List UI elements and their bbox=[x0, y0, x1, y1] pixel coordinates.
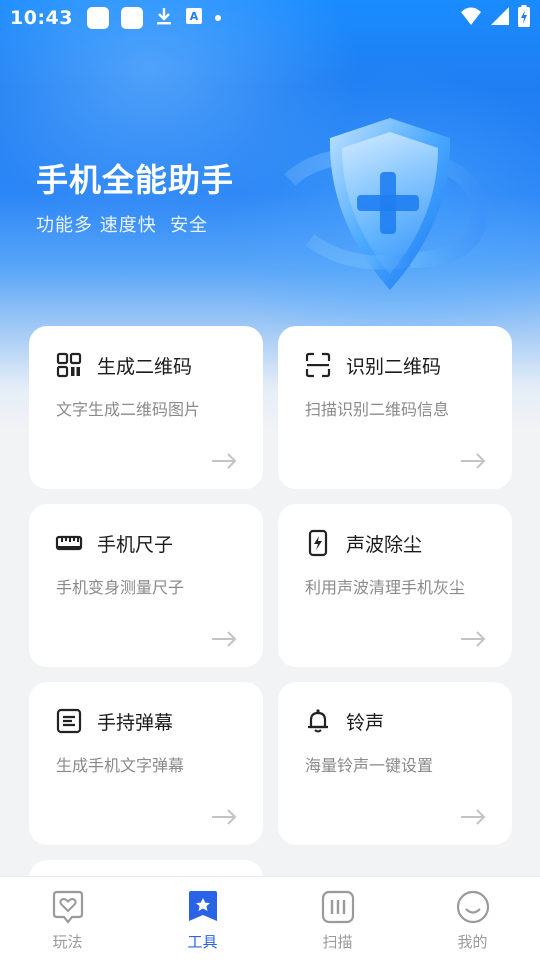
wifi-icon bbox=[460, 6, 482, 30]
tool-desc: 海量铃声一键设置 bbox=[305, 756, 434, 775]
star-bookmark-icon bbox=[188, 891, 217, 921]
bottom-tab-bar: 玩法 工具 扫描 我的 bbox=[0, 876, 540, 960]
tool-card-generate-qr[interactable]: 生成二维码 文字生成二维码图片 bbox=[29, 326, 263, 489]
tab-label: 扫描 bbox=[322, 933, 353, 951]
tab-label: 我的 bbox=[457, 933, 488, 951]
tab-tools[interactable]: 工具 bbox=[135, 877, 270, 960]
tool-title: 声波除尘 bbox=[346, 534, 423, 556]
dot-icon bbox=[214, 15, 221, 21]
arrow-right-icon bbox=[212, 809, 237, 825]
tool-desc: 文字生成二维码图片 bbox=[56, 400, 201, 419]
status-time: 10:43 bbox=[10, 7, 73, 29]
status-right-icons bbox=[460, 5, 530, 31]
arrow-right-icon bbox=[461, 631, 486, 647]
app-square-icon bbox=[86, 7, 109, 29]
tool-desc: 扫描识别二维码信息 bbox=[305, 400, 450, 419]
tab-mine[interactable]: 我的 bbox=[405, 877, 540, 960]
signal-icon bbox=[490, 6, 510, 30]
smile-face-icon bbox=[456, 890, 489, 924]
arrow-right-icon bbox=[461, 453, 486, 469]
qr-code-icon bbox=[56, 352, 82, 378]
tool-desc: 手机变身测量尺子 bbox=[56, 578, 185, 597]
scan-qr-icon bbox=[305, 352, 331, 378]
tool-title: 手持弹幕 bbox=[97, 712, 174, 734]
tab-label: 玩法 bbox=[52, 933, 83, 951]
status-bar: 10:43 A bbox=[0, 0, 540, 36]
arrow-right-icon bbox=[461, 809, 486, 825]
phone-lightning-icon bbox=[308, 529, 328, 557]
tab-label: 工具 bbox=[187, 933, 218, 951]
tool-title: 铃声 bbox=[346, 712, 385, 734]
tool-desc: 生成手机文字弹幕 bbox=[56, 756, 185, 775]
tool-card-ringtone[interactable]: 铃声 海量铃声一键设置 bbox=[278, 682, 512, 845]
arrow-right-icon bbox=[212, 453, 237, 469]
tool-title: 手机尺子 bbox=[97, 534, 174, 556]
page-subtitle: 功能多 速度快 安全 bbox=[36, 215, 209, 236]
barrage-icon bbox=[56, 708, 82, 734]
svg-text:A: A bbox=[190, 10, 199, 23]
tool-desc: 利用声波清理手机灰尘 bbox=[305, 578, 466, 597]
tab-scan[interactable]: 扫描 bbox=[270, 877, 405, 960]
tool-title: 生成二维码 bbox=[97, 356, 193, 378]
shield-plus-icon bbox=[284, 118, 489, 290]
page-title: 手机全能助手 bbox=[36, 161, 235, 199]
tool-card-ruler[interactable]: 手机尺子 手机变身测量尺子 bbox=[29, 504, 263, 667]
tab-play[interactable]: 玩法 bbox=[0, 877, 135, 960]
bell-icon bbox=[308, 709, 328, 733]
scan-bars-icon bbox=[321, 890, 354, 924]
a-text-icon: A bbox=[185, 6, 203, 30]
app-square-icon bbox=[120, 7, 143, 29]
tool-card-barrage[interactable]: 手持弹幕 生成手机文字弹幕 bbox=[29, 682, 263, 845]
tool-card-sonic-dust[interactable]: 声波除尘 利用声波清理手机灰尘 bbox=[278, 504, 512, 667]
download-icon bbox=[155, 6, 173, 30]
battery-charging-icon bbox=[518, 5, 530, 31]
heart-chat-icon bbox=[52, 890, 83, 924]
ruler-icon bbox=[55, 535, 83, 551]
tool-title: 识别二维码 bbox=[346, 356, 442, 378]
arrow-right-icon bbox=[212, 631, 237, 647]
tool-card-scan-qr[interactable]: 识别二维码 扫描识别二维码信息 bbox=[278, 326, 512, 489]
